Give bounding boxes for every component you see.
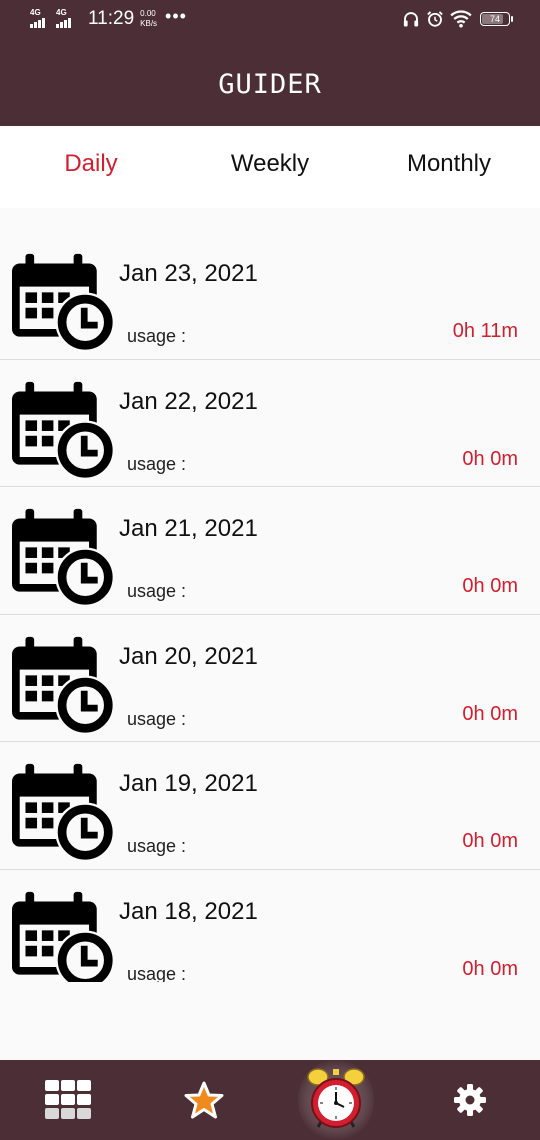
item-date: Jan 18, 2021 xyxy=(119,897,258,925)
list-item[interactable]: Jan 23, 2021 usage : 0h 11m xyxy=(0,232,540,360)
calendar-clock-icon xyxy=(12,505,116,609)
wifi-icon xyxy=(450,10,472,28)
list-item[interactable]: Jan 20, 2021 usage : 0h 0m xyxy=(0,615,540,742)
period-tabs: Daily Weekly Monthly xyxy=(0,126,540,208)
usage-duration: 0h 0m xyxy=(462,447,518,470)
list-item[interactable]: Jan 19, 2021 usage : 0h 0m xyxy=(0,742,540,870)
usage-label: usage : xyxy=(127,326,187,346)
signal-icon: 4G xyxy=(30,8,52,30)
battery-level: 74 xyxy=(489,14,500,24)
battery-icon: 74 xyxy=(480,12,513,26)
item-date: Jan 19, 2021 xyxy=(119,770,258,797)
app-title: GUIDER xyxy=(218,68,322,100)
gear-icon xyxy=(454,1084,486,1116)
headphones-icon xyxy=(403,12,419,27)
list-item[interactable]: Jan 21, 2021 usage : 0h 0m xyxy=(0,487,540,615)
usage-duration: 0h 11m xyxy=(452,320,518,342)
calendar-clock-icon xyxy=(12,633,116,737)
item-date: Jan 21, 2021 xyxy=(119,515,258,542)
nav-alarm-button[interactable] xyxy=(298,1060,374,1140)
status-bar: 4G 4G 11:29 0.00 KB/s ••• 74 xyxy=(0,0,540,42)
network-speed-unit: KB/s xyxy=(140,19,158,28)
network-speed-value: 0.00 xyxy=(140,9,156,18)
list-item[interactable]: Jan 22, 2021 usage : 0h 0m xyxy=(0,360,540,487)
bottom-navigation xyxy=(0,1060,540,1140)
usage-list: Jan 23, 2021 usage : 0h 11m Jan 22, 2021… xyxy=(0,232,540,982)
network-type: 4G xyxy=(30,8,41,17)
nav-favorites-button[interactable] xyxy=(166,1060,242,1140)
usage-label: usage : xyxy=(127,963,187,983)
star-icon xyxy=(184,1081,224,1119)
more-notifications-icon: ••• xyxy=(165,6,187,26)
calendar-clock-icon xyxy=(12,888,116,983)
calendar-clock-icon xyxy=(12,760,116,864)
nav-apps-button[interactable] xyxy=(30,1060,106,1140)
network-speed: 0.00 KB/s xyxy=(140,9,157,29)
tab-weekly[interactable]: Weekly xyxy=(180,150,360,178)
app-bar: GUIDER xyxy=(0,42,540,126)
network-type: 4G xyxy=(56,8,67,17)
usage-label: usage : xyxy=(127,581,187,601)
usage-label: usage : xyxy=(127,453,187,474)
usage-label: usage : xyxy=(127,708,187,729)
status-time: 11:29 xyxy=(88,8,135,29)
calendar-clock-icon xyxy=(12,250,116,354)
usage-duration: 0h 0m xyxy=(462,702,518,725)
item-date: Jan 20, 2021 xyxy=(119,642,258,670)
calendar-clock-icon xyxy=(12,378,116,482)
item-date: Jan 23, 2021 xyxy=(119,260,258,287)
tab-monthly[interactable]: Monthly xyxy=(359,150,539,178)
item-date: Jan 22, 2021 xyxy=(119,387,258,415)
usage-duration: 0h 0m xyxy=(462,957,518,980)
list-item[interactable]: Jan 18, 2021 usage : 0h 0m xyxy=(0,870,540,983)
grid-icon xyxy=(45,1080,91,1119)
signal-icon: 4G xyxy=(56,8,78,30)
usage-label: usage : xyxy=(127,836,187,856)
tab-daily[interactable]: Daily xyxy=(1,150,181,178)
usage-duration: 0h 0m xyxy=(462,575,518,597)
alarm-clock-icon xyxy=(307,1068,365,1128)
nav-settings-button[interactable] xyxy=(432,1060,508,1140)
alarm-icon xyxy=(427,11,443,27)
usage-duration: 0h 0m xyxy=(462,830,518,852)
